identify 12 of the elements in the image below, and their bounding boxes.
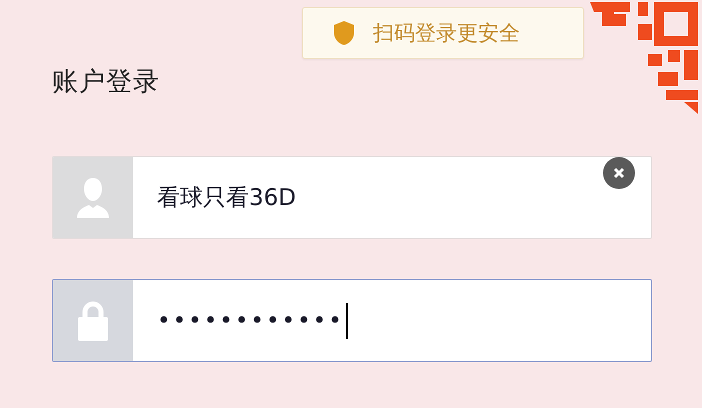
qr-hint-text: 扫码登录更安全 [373,20,520,47]
person-icon [74,176,112,220]
password-value: •••••••••••• [157,308,344,334]
text-caret [346,302,348,338]
username-value: 看球只看36D [157,184,296,213]
close-icon [613,167,625,179]
login-title: 账户登录 [52,66,160,99]
password-field[interactable]: •••••••••••• [52,279,652,362]
username-field[interactable]: 看球只看36D [52,156,652,239]
clear-button[interactable] [603,157,635,189]
shield-icon [333,20,355,46]
lock-icon [77,300,109,342]
